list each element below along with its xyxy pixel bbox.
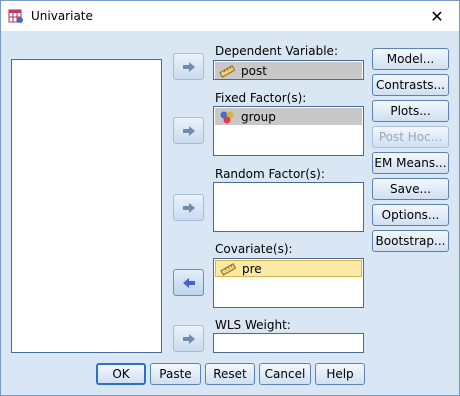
covariate-item[interactable]: pre	[215, 260, 362, 277]
move-to-covariate-button[interactable]	[173, 269, 204, 296]
random-factor-label: Random Factor(s):	[215, 167, 325, 181]
contrasts-button[interactable]: Contrasts...	[372, 74, 449, 96]
spss-app-icon	[8, 8, 24, 24]
ruler-scale-icon	[219, 64, 235, 78]
ok-button[interactable]: OK	[96, 363, 146, 385]
arrow-right-icon	[182, 125, 195, 136]
dependent-variable-label: Dependent Variable:	[215, 44, 338, 58]
plots-button[interactable]: Plots...	[372, 100, 449, 122]
covariate-value: pre	[242, 261, 262, 276]
dependent-variable-item[interactable]: post	[215, 62, 362, 79]
covariate-list[interactable]: pre	[213, 258, 364, 308]
close-icon[interactable]: ✕	[415, 1, 459, 31]
arrow-right-icon	[182, 202, 195, 213]
fixed-factor-label: Fixed Factor(s):	[215, 91, 307, 105]
covariate-label: Covariate(s):	[215, 242, 293, 256]
move-to-dependent-button[interactable]	[173, 53, 204, 80]
fixed-factor-value: group	[241, 109, 276, 124]
fixed-factor-list[interactable]: group	[213, 106, 364, 156]
help-button[interactable]: Help	[315, 363, 365, 385]
random-factor-list[interactable]	[213, 182, 364, 232]
move-to-wls-weight-button[interactable]	[173, 325, 204, 352]
cancel-button[interactable]: Cancel	[259, 363, 311, 385]
nominal-circles-icon	[220, 111, 234, 123]
options-button[interactable]: Options...	[372, 204, 449, 226]
arrow-right-icon	[182, 61, 195, 72]
dependent-variable-value: post	[241, 63, 267, 78]
bootstrap-button[interactable]: Bootstrap...	[372, 230, 449, 252]
move-to-fixed-factor-button[interactable]	[173, 117, 204, 144]
reset-button[interactable]: Reset	[205, 363, 255, 385]
fixed-factor-item[interactable]: group	[215, 108, 362, 125]
arrow-right-icon	[182, 333, 195, 344]
save-button[interactable]: Save...	[372, 178, 449, 200]
model-button[interactable]: Model...	[372, 48, 449, 70]
ruler-scale-icon	[220, 262, 236, 276]
title-bar: Univariate ✕	[1, 1, 459, 31]
window-title: Univariate	[31, 9, 93, 23]
move-to-random-factor-button[interactable]	[173, 194, 204, 221]
arrow-left-icon	[182, 277, 195, 288]
dependent-variable-field[interactable]: post	[213, 60, 364, 80]
univariate-dialog: Univariate ✕ Dependent Variable: post Fi…	[0, 0, 460, 396]
wls-weight-label: WLS Weight:	[215, 318, 291, 332]
em-means-button[interactable]: EM Means...	[372, 152, 449, 174]
wls-weight-field[interactable]	[213, 333, 364, 353]
paste-button[interactable]: Paste	[150, 363, 201, 385]
post-hoc-button: Post Hoc...	[372, 126, 449, 148]
source-variable-list[interactable]	[11, 59, 162, 353]
